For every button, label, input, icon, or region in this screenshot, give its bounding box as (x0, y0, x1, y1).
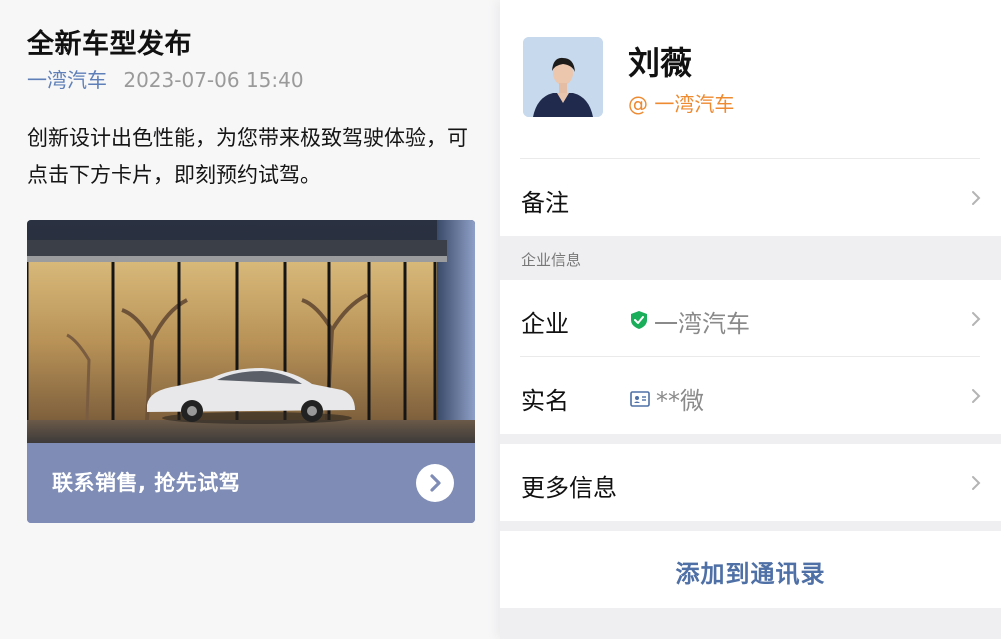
row-remark[interactable]: 备注 (500, 159, 1001, 236)
post-panel: 全新车型发布 一湾汽车 2023-07-06 15:40 创新设计出色性能，为您… (0, 0, 500, 639)
id-card-icon (630, 385, 650, 413)
chevron-right-icon[interactable] (416, 464, 454, 502)
enterprise-group: 企业 一湾汽车 实名 **微 (500, 280, 1001, 434)
test-drive-card[interactable]: 联系销售, 抢先试驾 (27, 220, 475, 523)
section-label-enterprise: 企业信息 (521, 251, 582, 269)
add-to-contacts-button[interactable]: 添加到通讯录 (500, 531, 1001, 608)
card-footer[interactable]: 联系销售, 抢先试驾 (27, 443, 475, 523)
row-realname-label: 实名 (521, 387, 569, 415)
chevron-right-icon (972, 312, 981, 326)
chevron-right-icon (972, 191, 981, 205)
verified-shield-icon (630, 308, 648, 336)
row-enterprise-label: 企业 (521, 310, 569, 338)
card-label: 联系销售, 抢先试驾 (52, 471, 241, 495)
row-more-label: 更多信息 (521, 474, 617, 502)
post-body: 创新设计出色性能，为您带来极致驾驶体验，可点击下方卡片，即刻预约试驾。 (27, 126, 468, 187)
realname-value: **微 (656, 387, 704, 415)
row-enterprise-value: 一湾汽车 (630, 304, 750, 339)
add-to-contacts-label: 添加到通讯录 (675, 560, 826, 588)
chevron-right-icon (972, 389, 981, 403)
contact-name: 刘薇 (628, 44, 693, 82)
profile-header: 刘薇 @ 一湾汽车 备注 (500, 0, 1001, 236)
post-title: 全新车型发布 (27, 29, 192, 60)
contact-panel: 刘薇 @ 一湾汽车 备注 企业信息 企业 一湾汽车 实名 **微 更多信息 添加… (500, 0, 1001, 639)
car-showroom-image (27, 220, 475, 443)
enterprise-name: 一湾汽车 (654, 310, 750, 338)
row-remark-label: 备注 (521, 189, 569, 217)
row-enterprise[interactable]: 企业 一湾汽车 (500, 280, 1001, 356)
post-meta: 一湾汽车 2023-07-06 15:40 (27, 64, 304, 93)
row-realname-value: **微 (630, 381, 704, 416)
chevron-right-icon (972, 476, 981, 490)
row-realname[interactable]: 实名 **微 (500, 357, 1001, 434)
row-more-info[interactable]: 更多信息 (500, 444, 1001, 521)
contact-org-tag[interactable]: @ 一湾汽车 (628, 88, 734, 117)
avatar[interactable] (523, 37, 603, 117)
post-time: 2023-07-06 15:40 (123, 68, 304, 92)
post-org[interactable]: 一湾汽车 (27, 68, 107, 92)
